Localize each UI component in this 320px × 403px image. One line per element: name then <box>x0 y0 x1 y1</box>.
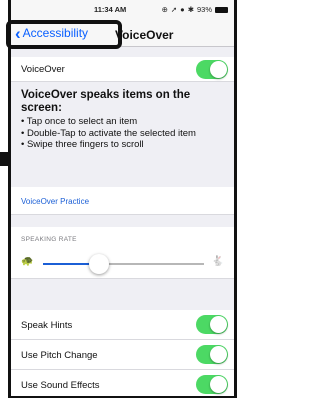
page-title: VoiceOver <box>115 28 174 42</box>
toggle-knob <box>210 376 227 393</box>
bluetooth-icon: ✱ <box>187 5 194 14</box>
voiceover-label: VoiceOver <box>21 64 65 75</box>
description-bullet: • Tap once to select an item <box>21 116 138 127</box>
toggle-knob <box>210 346 227 363</box>
speak-hints-toggle[interactable] <box>196 315 228 334</box>
highlight-box <box>6 20 122 49</box>
voiceover-practice-link[interactable]: VoiceOver Practice <box>21 197 89 206</box>
turtle-icon: 🐢 <box>21 256 34 267</box>
alarm-icon: ⊕ <box>161 5 168 14</box>
practice-row[interactable]: VoiceOver Practice <box>11 187 234 215</box>
pitch-change-row: Use Pitch Change <box>11 340 234 370</box>
description-bullet: • Double-Tap to activate the selected it… <box>21 127 196 139</box>
phone-screen: 11:34 AM ⊕ ➚ ● ✱ 93% ‹ Accessibility Voi… <box>8 0 237 398</box>
toggle-knob <box>210 316 227 333</box>
voiceover-description: VoiceOver speaks items on the screen: • … <box>21 89 231 151</box>
status-icons: ⊕ ➚ ● ✱ 93% <box>162 5 228 14</box>
lock-icon: ● <box>180 5 185 14</box>
location-icon: ➚ <box>170 5 178 14</box>
description-heading: VoiceOver speaks items on the screen: <box>21 89 191 114</box>
description-bullet: • Swipe three fingers to scroll <box>21 139 144 150</box>
sound-effects-label: Use Sound Effects <box>21 380 100 391</box>
speak-hints-label: Speak Hints <box>21 320 73 331</box>
speaking-rate-slider[interactable] <box>43 254 204 274</box>
voiceover-toggle[interactable] <box>196 60 228 79</box>
clock: 11:34 AM <box>94 5 127 14</box>
speaking-rate-label: SPEAKING RATE <box>21 236 77 243</box>
pointer-marker <box>0 152 8 166</box>
speaking-rate-row: SPEAKING RATE 🐢 🐇 <box>11 227 234 279</box>
sound-effects-row: Use Sound Effects <box>11 370 234 396</box>
hare-icon: 🐇 <box>211 256 224 267</box>
slider-thumb[interactable] <box>89 254 110 274</box>
speak-hints-row: Speak Hints <box>11 310 234 340</box>
pitch-change-label: Use Pitch Change <box>21 350 98 361</box>
battery-percent: 93% <box>196 5 212 14</box>
voiceover-row: VoiceOver <box>11 57 234 82</box>
battery-icon <box>215 6 228 13</box>
sound-effects-toggle[interactable] <box>196 375 228 394</box>
toggle-knob <box>210 61 227 78</box>
status-bar: 11:34 AM ⊕ ➚ ● ✱ 93% <box>11 0 234 20</box>
pitch-change-toggle[interactable] <box>196 345 228 364</box>
